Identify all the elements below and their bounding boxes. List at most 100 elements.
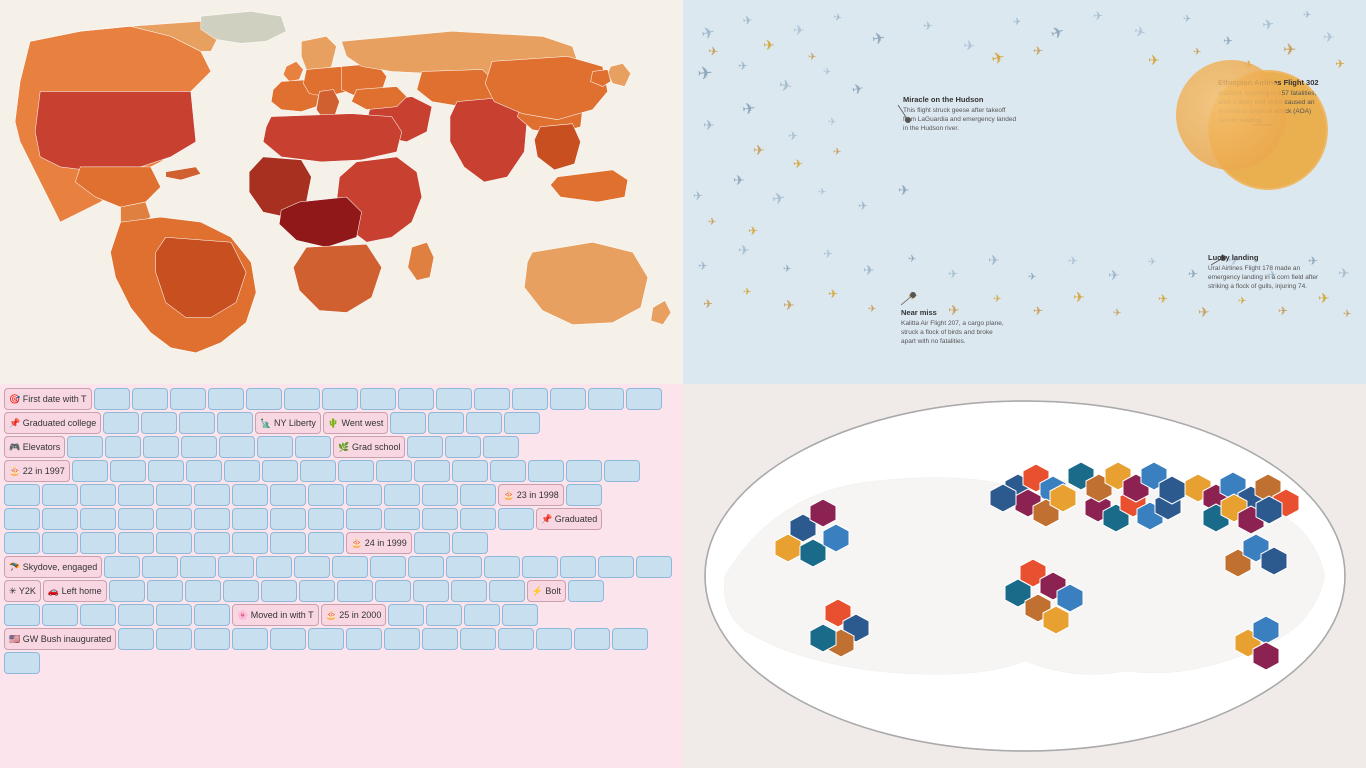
svg-text:✈: ✈: [1343, 309, 1351, 320]
timeline-cell: [452, 460, 488, 482]
timeline-cell: [219, 436, 255, 458]
timeline-cell: [498, 628, 534, 650]
svg-text:Miracle on the Hudson: Miracle on the Hudson: [903, 95, 984, 104]
timeline-cell: [308, 508, 344, 530]
timeline-cell: [460, 484, 496, 506]
timeline-cell: [4, 532, 40, 554]
timeline-cell: [332, 556, 368, 578]
timeline-cell: [512, 388, 548, 410]
timeline-cell: [598, 556, 634, 578]
timeline-cell: [460, 628, 496, 650]
timeline-label: 🗽 NY Liberty: [255, 412, 321, 434]
timeline-cell: [295, 436, 331, 458]
timeline-cell: [360, 388, 396, 410]
timeline-cell: [208, 388, 244, 410]
timeline-label: 🎂 25 in 2000: [321, 604, 387, 626]
timeline-row: 🎮 Elevators🌿 Grad school: [4, 436, 679, 458]
timeline-cell: [376, 460, 412, 482]
timeline-cell: [156, 508, 192, 530]
panel-airplanes: ✈ ✈ ✈ ✈ ✈ ✈ ✈ ✈ ✈ ✈ ✈ ✈ ✈ ✈ ✈ ✈ ✈ ✈ ✈ ✈ …: [683, 0, 1366, 384]
timeline-cell: [118, 508, 154, 530]
svg-text:✈: ✈: [988, 252, 1000, 268]
timeline-cell: [414, 532, 450, 554]
main-grid: ✈ ✈ ✈ ✈ ✈ ✈ ✈ ✈ ✈ ✈ ✈ ✈ ✈ ✈ ✈ ✈ ✈ ✈ ✈ ✈ …: [0, 0, 1366, 768]
timeline-cell: [261, 580, 297, 602]
timeline-cell: [490, 460, 526, 482]
timeline-cell: [4, 484, 40, 506]
timeline-cell: [132, 388, 168, 410]
timeline-cell: [181, 436, 217, 458]
svg-text:✈: ✈: [708, 217, 716, 228]
svg-text:✈: ✈: [693, 189, 703, 203]
svg-text:✈: ✈: [1013, 17, 1021, 28]
svg-text:✈: ✈: [908, 254, 916, 265]
timeline-cell: [42, 532, 78, 554]
timeline-cell: [118, 604, 154, 626]
svg-text:✈: ✈: [1158, 292, 1168, 306]
timeline-cell: [446, 556, 482, 578]
svg-text:✈: ✈: [1223, 34, 1233, 48]
timeline-cell: [223, 580, 259, 602]
timeline-cell: [436, 388, 472, 410]
svg-text:apart with no fatalities.: apart with no fatalities.: [901, 338, 966, 345]
world-map-svg: [0, 0, 683, 384]
timeline-cell: [414, 460, 450, 482]
timeline-label: 🎂 22 in 1997: [4, 460, 70, 482]
timeline-cell: [194, 508, 230, 530]
timeline-cell: [270, 508, 306, 530]
timeline-cell: [232, 508, 268, 530]
timeline-cell: [224, 460, 260, 482]
timeline-cell: [118, 628, 154, 650]
timeline-cell: [428, 412, 464, 434]
timeline-cell: [67, 436, 103, 458]
timeline-cell: [284, 388, 320, 410]
timeline-cell: [504, 412, 540, 434]
timeline-row: 🌸 Moved in with T🎂 25 in 2000: [4, 604, 679, 626]
timeline-cell: [398, 388, 434, 410]
svg-text:✈: ✈: [808, 52, 816, 63]
svg-text:✈: ✈: [703, 297, 713, 311]
timeline-label: 📌 Graduated college: [4, 412, 101, 434]
svg-text:✈: ✈: [1318, 290, 1330, 306]
ethiopian-circle: [1176, 60, 1286, 170]
timeline-cell: [445, 436, 481, 458]
svg-text:✈: ✈: [783, 264, 791, 275]
svg-text:✈: ✈: [833, 147, 841, 158]
svg-text:✈: ✈: [823, 67, 831, 78]
svg-text:✈: ✈: [863, 262, 875, 278]
timeline-label: 🎂 23 in 1998: [498, 484, 564, 506]
timeline-cell: [612, 628, 648, 650]
timeline-row: 🎯 First date with T: [4, 388, 679, 410]
timeline-cell: [72, 460, 108, 482]
hex-map-svg: [695, 391, 1355, 761]
timeline-cell: [257, 436, 293, 458]
timeline-cell: [337, 580, 373, 602]
svg-text:Kalitta Air Flight 207, a carg: Kalitta Air Flight 207, a cargo plane,: [901, 320, 1004, 327]
svg-text:striking a flock of gulls, inj: striking a flock of gulls, injuring 74.: [1208, 283, 1307, 290]
timeline-cell: [118, 484, 154, 506]
svg-text:✈: ✈: [753, 142, 765, 158]
timeline-cell: [604, 460, 640, 482]
svg-text:from LaGuardia and emergency l: from LaGuardia and emergency landed: [903, 116, 1016, 123]
timeline-cell: [80, 604, 116, 626]
timeline-cell: [536, 628, 572, 650]
timeline-cell: [474, 388, 510, 410]
timeline-cell: [141, 412, 177, 434]
panel-timeline: 🎯 First date with T📌 Graduated college 🗽 …: [0, 384, 683, 768]
timeline-cell: [256, 556, 292, 578]
svg-text:Near miss: Near miss: [901, 308, 937, 317]
timeline-cell: [109, 580, 145, 602]
svg-text:✈: ✈: [738, 59, 748, 73]
timeline-label: 🎮 Elevators: [4, 436, 65, 458]
timeline-cell: [346, 484, 382, 506]
svg-text:Ural Airlines Flight 178 made: Ural Airlines Flight 178 made an: [1208, 265, 1301, 272]
panel-world-map: [0, 0, 683, 384]
timeline-cell: [308, 628, 344, 650]
svg-text:✈: ✈: [1335, 57, 1345, 71]
timeline-label: 🎯 First date with T: [4, 388, 92, 410]
svg-text:✈: ✈: [1148, 52, 1160, 68]
timeline-row: 🎂 22 in 1997: [4, 460, 679, 482]
timeline-cell: [94, 388, 130, 410]
timeline-row: 📌 Graduated: [4, 508, 679, 530]
timeline-cell: [460, 508, 496, 530]
